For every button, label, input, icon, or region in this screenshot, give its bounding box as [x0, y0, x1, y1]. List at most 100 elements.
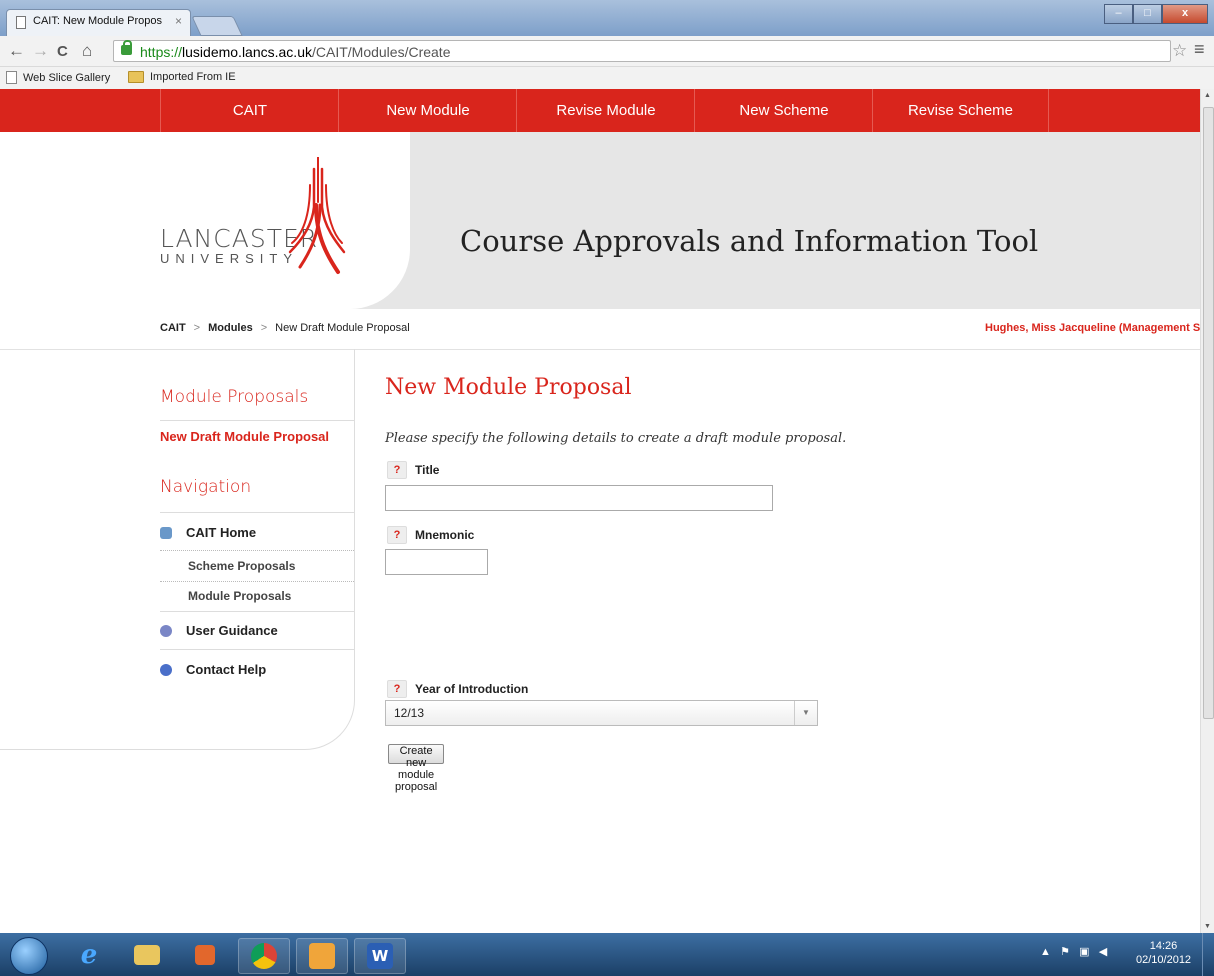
page-icon	[16, 16, 26, 29]
back-icon[interactable]: ←	[8, 41, 25, 61]
taskbar-internet-explorer[interactable]: e	[64, 938, 114, 972]
page-title: New Module Proposal	[385, 375, 632, 400]
breadcrumb: CAIT > Modules > New Draft Module Proposal	[160, 322, 410, 334]
reload-icon[interactable]: C	[57, 43, 68, 60]
bookmarks-bar: Web Slice Gallery Imported From IE	[0, 67, 1214, 90]
mnemonic-input[interactable]	[385, 549, 488, 575]
breadcrumb-separator: >	[260, 322, 268, 334]
system-clock[interactable]: 14:26 02/10/2012	[1136, 939, 1191, 967]
bookmark-star-icon[interactable]: ☆	[1172, 41, 1187, 61]
info-icon	[160, 624, 172, 637]
show-desktop-button[interactable]	[1202, 933, 1214, 976]
taskbar-chrome[interactable]	[238, 938, 290, 974]
divider	[160, 581, 354, 582]
site-title: Course Approvals and Information Tool	[460, 224, 1039, 258]
explorer-icon	[134, 945, 160, 965]
url-path: /CAIT/Modules/Create	[311, 44, 451, 60]
help-icon[interactable]: ?	[387, 526, 407, 544]
nav-revise-module[interactable]: Revise Module	[516, 89, 695, 132]
taskbar-office[interactable]	[180, 938, 230, 972]
tab-close-icon[interactable]: ×	[175, 14, 182, 28]
outlook-icon	[309, 943, 335, 969]
tray-expand-icon[interactable]: ▲	[1040, 946, 1051, 958]
home-icon[interactable]: ⌂	[82, 41, 92, 61]
year-label-text: Year of Introduction	[415, 682, 529, 696]
taskbar-file-explorer[interactable]	[122, 938, 172, 972]
sidebar-item-new-draft-module-proposal[interactable]: New Draft Module Proposal	[160, 429, 340, 444]
word-icon: W	[367, 943, 393, 969]
start-button[interactable]	[10, 937, 48, 975]
flag-icon[interactable]: ⚑	[1060, 946, 1070, 958]
create-module-proposal-button[interactable]: Create new module proposal	[388, 744, 445, 793]
site-header: LANCASTER UNIVERSITY Course Approvals an…	[0, 132, 1200, 309]
volume-icon[interactable]: ◀	[1099, 946, 1107, 958]
nav-new-module[interactable]: New Module	[338, 89, 517, 132]
breadcrumb-bar: CAIT > Modules > New Draft Module Proposal H…	[0, 309, 1200, 350]
tab-title: CAIT: New Module Propos	[33, 15, 162, 27]
close-window-button[interactable]: x	[1162, 4, 1208, 24]
address-bar[interactable]: https://lusidemo.lancs.ac.uk/CAIT/Module…	[113, 40, 1171, 62]
new-tab-button[interactable]	[191, 16, 243, 36]
taskbar-outlook[interactable]	[296, 938, 348, 974]
divider	[160, 649, 354, 650]
logo-panel	[0, 132, 410, 309]
menu-icon[interactable]: ≡	[1194, 39, 1205, 60]
sidebar-heading-navigation: Navigation	[160, 477, 252, 497]
divider	[160, 611, 354, 612]
folder-icon	[128, 71, 144, 83]
chrome-icon	[251, 943, 277, 969]
lancaster-emblem-icon	[288, 157, 346, 274]
taskbar-word[interactable]: W	[354, 938, 406, 974]
bookmark-web-slice-gallery[interactable]: Web Slice Gallery	[6, 71, 110, 84]
title-label: ? Title	[387, 461, 439, 479]
breadcrumb-cait[interactable]: CAIT	[160, 322, 186, 334]
sidebar-item-user-guidance[interactable]: User Guidance	[160, 623, 278, 638]
sidebar-item-contact-help[interactable]: Contact Help	[160, 662, 266, 677]
maximize-button[interactable]: □	[1133, 4, 1162, 24]
mnemonic-label: ? Mnemonic	[387, 526, 474, 544]
divider	[160, 420, 354, 421]
help-icon[interactable]: ?	[387, 680, 407, 698]
title-label-text: Title	[415, 463, 440, 477]
minimize-button[interactable]: –	[1104, 4, 1133, 24]
current-user: Hughes, Miss Jacqueline (Management Scie…	[985, 322, 1200, 334]
nav-new-scheme[interactable]: New Scheme	[694, 89, 873, 132]
url-scheme: https://	[140, 44, 183, 60]
browser-tab[interactable]: CAIT: New Module Propos ×	[6, 9, 191, 36]
breadcrumb-separator: >	[193, 322, 201, 334]
clock-date: 02/10/2012	[1136, 954, 1192, 966]
scroll-up-icon[interactable]: ▲	[1204, 92, 1211, 99]
breadcrumb-modules[interactable]: Modules	[208, 322, 253, 334]
network-icon[interactable]: ▣	[1079, 946, 1089, 958]
help-icon[interactable]: ?	[387, 461, 407, 479]
sidebar: Module Proposals New Draft Module Propos…	[0, 349, 355, 750]
title-input[interactable]	[385, 485, 773, 511]
window-titlebar: CAIT: New Module Propos × – □ x	[0, 0, 1214, 36]
top-navigation: CAIT New Module Revise Module New Scheme…	[0, 89, 1200, 132]
divider	[160, 512, 354, 513]
scrollbar-thumb[interactable]	[1203, 107, 1214, 719]
lock-icon	[121, 40, 132, 55]
help-circle-icon	[160, 663, 172, 676]
system-tray: ▲ ⚑ ▣ ◀	[1040, 945, 1107, 958]
scroll-down-icon[interactable]: ▼	[1204, 923, 1211, 930]
chevron-down-icon: ▼	[794, 701, 817, 725]
sidebar-item-cait-home[interactable]: CAIT Home	[160, 525, 256, 540]
page-scrollbar[interactable]: ▲ ▼	[1200, 89, 1214, 933]
divider	[160, 550, 354, 551]
bookmark-imported-from-ie[interactable]: Imported From IE	[128, 71, 236, 83]
intro-text: Please specify the following details to …	[385, 431, 847, 446]
sidebar-item-scheme-proposals[interactable]: Scheme Proposals	[188, 559, 295, 573]
forward-icon[interactable]: →	[32, 41, 49, 61]
nav-revise-scheme[interactable]: Revise Scheme	[872, 89, 1049, 132]
sidebar-item-label: Contact Help	[186, 662, 267, 677]
taskbar: e W ▲ ⚑ ▣ ◀ 14:26 02/10/2012	[0, 933, 1214, 976]
year-of-introduction-select[interactable]: 12/13 ▼	[385, 700, 818, 726]
bookmark-label: Web Slice Gallery	[23, 71, 111, 84]
url-host: lusidemo.lancs.ac.uk	[182, 44, 312, 60]
sidebar-item-module-proposals[interactable]: Module Proposals	[188, 589, 291, 603]
year-label: ? Year of Introduction	[387, 680, 528, 698]
window-controls: – □ x	[1104, 4, 1208, 24]
office-icon	[195, 945, 215, 965]
nav-cait[interactable]: CAIT	[160, 89, 339, 132]
